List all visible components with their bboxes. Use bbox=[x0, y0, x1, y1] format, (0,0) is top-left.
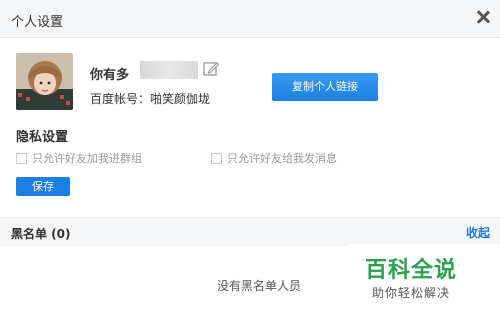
collapse-link[interactable]: 收起 bbox=[466, 224, 490, 241]
edit-icon[interactable] bbox=[203, 61, 220, 77]
baidu-account-line: 百度帐号：啪笑颜伽垅 bbox=[90, 92, 211, 106]
close-icon[interactable] bbox=[475, 9, 491, 25]
blacklist-header: 黑名单 (0) 收起 bbox=[0, 217, 500, 246]
only-friends-message-label: 只允许好友给我发消息 bbox=[227, 152, 337, 165]
blacklist-empty-text: 没有黑名单人员 bbox=[217, 279, 302, 293]
avatar-image bbox=[16, 53, 73, 110]
only-friends-join-group-option[interactable]: 只允许好友加我进群组 bbox=[16, 151, 142, 165]
privacy-settings-title: 隐私设置 bbox=[16, 130, 69, 145]
only-friends-message-checkbox[interactable] bbox=[211, 152, 222, 164]
dialog-titlebar: 个人设置 bbox=[0, 0, 500, 38]
profile-nickname: 你有多 bbox=[90, 68, 130, 83]
watermark-subtitle: 助你轻松解决 bbox=[372, 286, 451, 300]
only-friends-join-group-checkbox[interactable] bbox=[16, 152, 27, 164]
save-button[interactable]: 保存 bbox=[16, 177, 70, 196]
blacklist-title: 黑名单 (0) bbox=[11, 227, 71, 241]
copy-personal-link-button[interactable]: 复制个人链接 bbox=[272, 73, 378, 101]
redacted-nickname-blur bbox=[140, 61, 198, 79]
avatar bbox=[16, 53, 73, 110]
only-friends-message-option[interactable]: 只允许好友给我发消息 bbox=[211, 151, 337, 165]
watermark: 百科全说 助你轻松解决 bbox=[348, 244, 500, 327]
watermark-title: 百科全说 bbox=[365, 258, 458, 283]
dialog-title: 个人设置 bbox=[11, 15, 64, 30]
only-friends-join-group-label: 只允许好友加我进群组 bbox=[32, 152, 142, 165]
